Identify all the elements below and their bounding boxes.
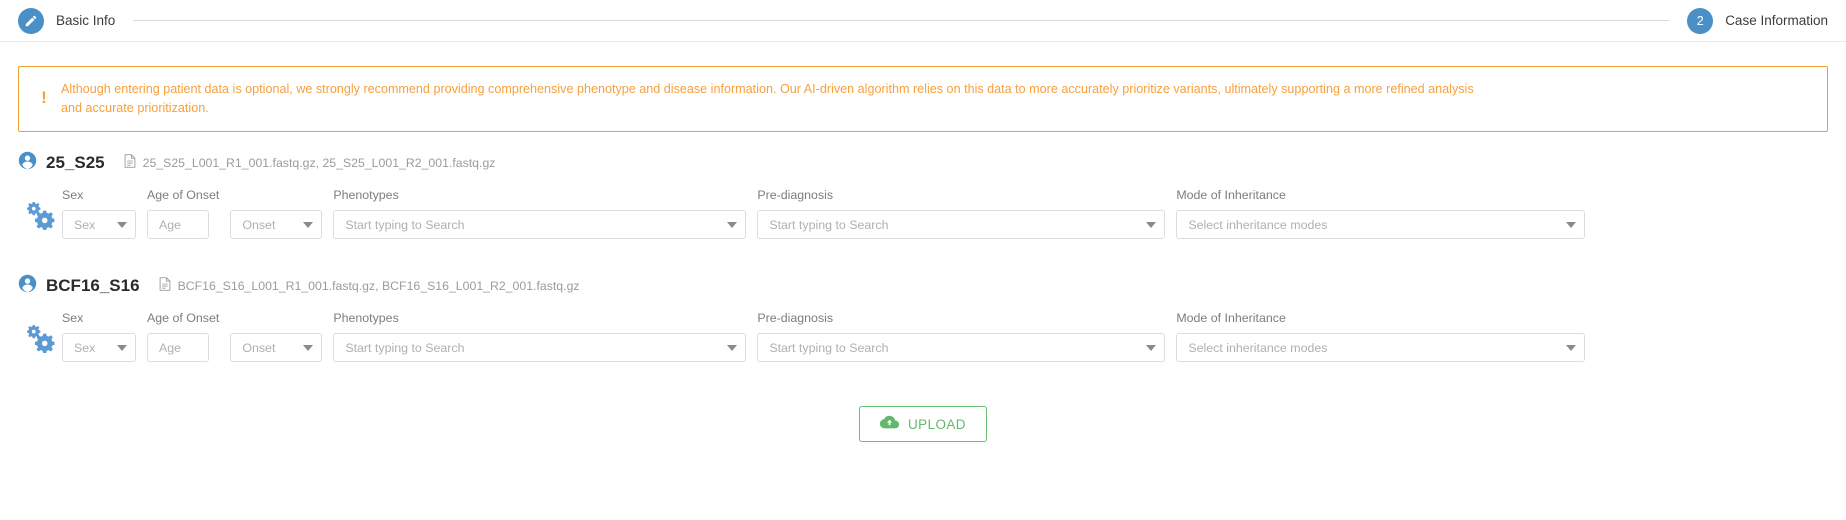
mode-of-inheritance-value: Select inheritance modes (1188, 340, 1328, 355)
sample-form: Sex Sex Age of Onset Age Onset Phenotype… (18, 180, 1828, 239)
onset-value: Onset (242, 217, 276, 232)
step-basic-info-circle (18, 7, 44, 34)
settings-gears[interactable] (18, 323, 62, 362)
person-icon (18, 274, 37, 298)
phenotypes-search[interactable]: Start typing to Search (333, 210, 747, 239)
cloud-upload-icon (879, 415, 900, 433)
person-icon (18, 151, 37, 175)
chevron-down-icon (1566, 221, 1577, 228)
file-names: BCF16_S16_L001_R1_001.fastq.gz, BCF16_S1… (177, 279, 580, 293)
onset-select[interactable]: Onset (230, 210, 323, 239)
alert-message: Although entering patient data is option… (61, 82, 1474, 115)
pre-diagnosis-value: Start typing to Search (769, 340, 889, 355)
file-icon (159, 276, 171, 296)
age-value: Age (159, 217, 182, 232)
field-sex: Sex Sex (62, 188, 136, 239)
chevron-down-icon (727, 221, 738, 228)
sample-name: 25_S25 (46, 153, 105, 172)
gears-icon (25, 323, 55, 358)
pre-diagnosis-search[interactable]: Start typing to Search (757, 210, 1166, 239)
field-label-age-of-onset: Age of Onset (147, 188, 220, 202)
sample-name: BCF16_S16 (46, 276, 140, 295)
info-alert: ! Although entering patient data is opti… (18, 66, 1828, 132)
field-mode-of-inheritance: Mode of Inheritance Select inheritance m… (1176, 311, 1586, 362)
step-case-information-circle: 2 (1687, 7, 1714, 34)
field-pre-diagnosis: Pre-diagnosis Start typing to Search (757, 311, 1166, 362)
field-label-onset-unit (230, 188, 322, 203)
file-names: 25_S25_L001_R1_001.fastq.gz, 25_S25_L001… (142, 156, 496, 170)
step-basic-info[interactable]: Basic Info (18, 7, 116, 34)
sample-header: BCF16_S16 BCF16_S16_L001_R1_001.fastq.gz… (18, 273, 1828, 299)
field-label-age-of-onset: Age of Onset (147, 311, 220, 325)
field-label-mode-of-inheritance: Mode of Inheritance (1176, 311, 1286, 325)
age-input[interactable]: Age (147, 210, 209, 239)
mode-of-inheritance-select[interactable]: Select inheritance modes (1176, 210, 1586, 239)
sex-value: Sex (74, 340, 96, 355)
field-mode-of-inheritance: Mode of Inheritance Select inheritance m… (1176, 188, 1586, 239)
onset-select[interactable]: Onset (230, 333, 323, 362)
chevron-down-icon (303, 221, 314, 228)
file-icon (124, 153, 136, 173)
step-case-information-label: Case Information (1725, 13, 1828, 28)
field-label-phenotypes: Phenotypes (333, 188, 399, 202)
field-sex: Sex Sex (62, 311, 136, 362)
stepper-connector-line (133, 20, 1670, 21)
field-label-onset-unit (230, 311, 322, 326)
age-value: Age (159, 340, 182, 355)
step-case-information[interactable]: 2 Case Information (1687, 7, 1828, 34)
chevron-down-icon (727, 344, 738, 351)
field-label-pre-diagnosis: Pre-diagnosis (757, 311, 834, 325)
step-number: 2 (1696, 13, 1704, 28)
field-pre-diagnosis: Pre-diagnosis Start typing to Search (757, 188, 1166, 239)
upload-button[interactable]: UPLOAD (859, 406, 987, 442)
chevron-down-icon (117, 344, 127, 351)
field-label-mode-of-inheritance: Mode of Inheritance (1176, 188, 1286, 202)
sex-select[interactable]: Sex (62, 210, 136, 239)
sample-form: Sex Sex Age of Onset Age Onset Phenotype… (18, 303, 1828, 362)
header-divider (0, 41, 1846, 42)
step-basic-info-label: Basic Info (56, 13, 116, 28)
field-label-sex: Sex (62, 188, 84, 202)
sample-block: 25_S25 25_S25_L001_R1_001.fastq.gz, 25_S… (18, 132, 1828, 239)
sample-block: BCF16_S16 BCF16_S16_L001_R1_001.fastq.gz… (18, 239, 1828, 362)
wizard-stepper: Basic Info 2 Case Information (0, 0, 1846, 41)
field-onset-unit: Onset (230, 311, 323, 362)
gears-icon (25, 200, 55, 235)
field-phenotypes: Phenotypes Start typing to Search (333, 188, 747, 239)
sample-files: BCF16_S16_L001_R1_001.fastq.gz, BCF16_S1… (159, 276, 580, 296)
chevron-down-icon (1566, 344, 1577, 351)
phenotypes-value: Start typing to Search (345, 217, 465, 232)
sample-header: 25_S25 25_S25_L001_R1_001.fastq.gz, 25_S… (18, 150, 1828, 176)
field-label-pre-diagnosis: Pre-diagnosis (757, 188, 834, 202)
age-input[interactable]: Age (147, 333, 209, 362)
field-onset-unit: Onset (230, 188, 323, 239)
sex-value: Sex (74, 217, 96, 232)
chevron-down-icon (303, 344, 314, 351)
upload-button-label: UPLOAD (908, 416, 966, 432)
chevron-down-icon (1146, 344, 1157, 351)
pre-diagnosis-search[interactable]: Start typing to Search (757, 333, 1166, 362)
phenotypes-value: Start typing to Search (345, 340, 465, 355)
pencil-icon (24, 14, 38, 28)
field-age-of-onset: Age of Onset Age (147, 188, 219, 239)
field-label-sex: Sex (62, 311, 84, 325)
mode-of-inheritance-value: Select inheritance modes (1188, 217, 1328, 232)
mode-of-inheritance-select[interactable]: Select inheritance modes (1176, 333, 1586, 362)
field-age-of-onset: Age of Onset Age (147, 311, 219, 362)
upload-row: UPLOAD (0, 406, 1846, 442)
chevron-down-icon (117, 221, 127, 228)
field-label-phenotypes: Phenotypes (333, 311, 399, 325)
settings-gears[interactable] (18, 200, 62, 239)
onset-value: Onset (242, 340, 276, 355)
sample-files: 25_S25_L001_R1_001.fastq.gz, 25_S25_L001… (124, 153, 496, 173)
sex-select[interactable]: Sex (62, 333, 136, 362)
exclamation-icon: ! (41, 88, 47, 107)
chevron-down-icon (1146, 221, 1157, 228)
phenotypes-search[interactable]: Start typing to Search (333, 333, 747, 362)
field-phenotypes: Phenotypes Start typing to Search (333, 311, 747, 362)
pre-diagnosis-value: Start typing to Search (769, 217, 889, 232)
